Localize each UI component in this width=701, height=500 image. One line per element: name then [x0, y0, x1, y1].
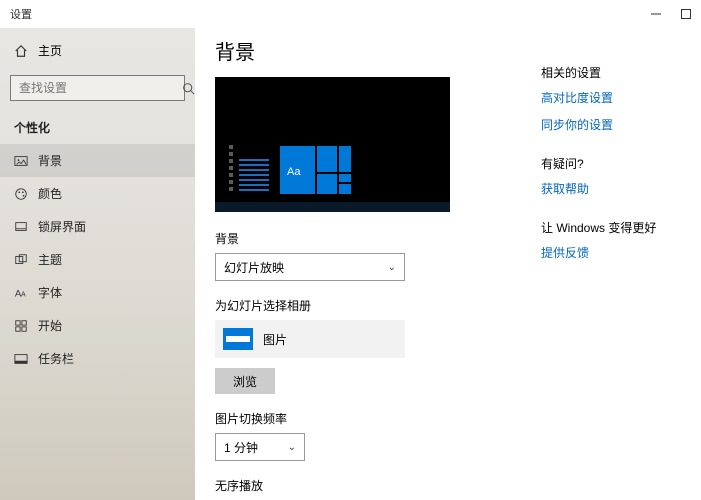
- home-label: 主页: [38, 42, 62, 59]
- nav-item-colors[interactable]: 颜色: [0, 177, 195, 210]
- browse-button[interactable]: 浏览: [215, 368, 275, 394]
- background-label: 背景: [215, 230, 541, 247]
- background-preview: Aa: [215, 77, 450, 212]
- album-label: 为幻灯片选择相册: [215, 297, 541, 314]
- help-heading: 有疑问?: [541, 155, 681, 172]
- palette-icon: [14, 187, 28, 201]
- album-name: 图片: [263, 331, 287, 348]
- nav-label: 字体: [38, 284, 62, 301]
- get-help-link[interactable]: 获取帮助: [541, 180, 681, 197]
- start-icon: [14, 319, 28, 333]
- nav-label: 锁屏界面: [38, 218, 86, 235]
- minimize-button[interactable]: [641, 0, 671, 28]
- dropdown-value: 幻灯片放映: [224, 259, 284, 276]
- nav-item-start[interactable]: 开始: [0, 309, 195, 342]
- picture-icon: [14, 154, 28, 168]
- lockscreen-icon: [14, 220, 28, 234]
- give-feedback-link[interactable]: 提供反馈: [541, 244, 681, 261]
- chevron-down-icon: ⌄: [388, 262, 396, 273]
- home-icon: [14, 44, 28, 58]
- titlebar: 设置: [0, 0, 701, 28]
- nav-label: 背景: [38, 152, 62, 169]
- themes-icon: [14, 253, 28, 267]
- feedback-heading: 让 Windows 变得更好: [541, 219, 681, 236]
- nav-label: 开始: [38, 317, 62, 334]
- related-settings-heading: 相关的设置: [541, 64, 681, 81]
- svg-text:A: A: [21, 291, 26, 298]
- nav-item-background[interactable]: 背景: [0, 144, 195, 177]
- nav-label: 颜色: [38, 185, 62, 202]
- nav-item-themes[interactable]: 主题: [0, 243, 195, 276]
- shuffle-label: 无序播放: [215, 477, 541, 494]
- nav-section-title: 个性化: [0, 115, 195, 144]
- folder-thumb-icon: [223, 328, 253, 350]
- background-dropdown[interactable]: 幻灯片放映 ⌄: [215, 253, 405, 281]
- interval-label: 图片切换频率: [215, 410, 541, 427]
- nav-label: 主题: [38, 251, 62, 268]
- chevron-down-icon: ⌄: [288, 442, 296, 453]
- sync-settings-link[interactable]: 同步你的设置: [541, 116, 681, 133]
- search-input[interactable]: [11, 81, 182, 95]
- taskbar-icon: [14, 352, 28, 366]
- search-icon: [182, 82, 195, 95]
- preview-sample-text: Aa: [287, 166, 300, 178]
- album-selection[interactable]: 图片: [215, 320, 405, 358]
- fonts-icon: AA: [14, 286, 28, 300]
- sidebar: 主页 个性化 背景 颜色 锁屏界面 主题 AA 字体: [0, 28, 195, 500]
- nav-item-lockscreen[interactable]: 锁屏界面: [0, 210, 195, 243]
- maximize-button[interactable]: [671, 0, 701, 28]
- page-title: 背景: [215, 36, 541, 65]
- nav-item-taskbar[interactable]: 任务栏: [0, 342, 195, 375]
- search-box[interactable]: [10, 75, 185, 101]
- home-link[interactable]: 主页: [0, 36, 195, 65]
- window-title: 设置: [10, 6, 32, 22]
- high-contrast-link[interactable]: 高对比度设置: [541, 89, 681, 106]
- dropdown-value: 1 分钟: [224, 439, 258, 456]
- interval-dropdown[interactable]: 1 分钟 ⌄: [215, 433, 305, 461]
- nav-item-fonts[interactable]: AA 字体: [0, 276, 195, 309]
- nav-label: 任务栏: [38, 350, 74, 367]
